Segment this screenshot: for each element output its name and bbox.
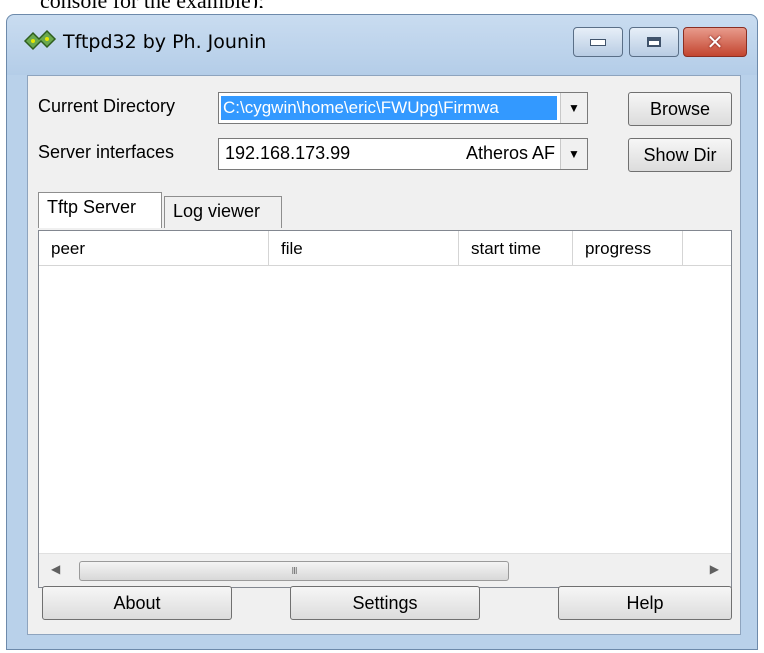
column-header-file[interactable]: file (269, 231, 459, 265)
transfer-list[interactable]: peer file start time progress ◀ III ▶ (38, 230, 732, 588)
minimize-button[interactable] (573, 27, 623, 57)
scroll-left-icon[interactable]: ◀ (51, 562, 60, 576)
show-dir-button-label: Show Dir (643, 144, 717, 165)
server-interfaces-combo[interactable]: 192.168.173.99 Atheros AF ▼ (218, 138, 588, 170)
column-header-peer[interactable]: peer (39, 231, 269, 265)
maximize-button[interactable] (629, 27, 679, 57)
about-button[interactable]: About (42, 586, 232, 620)
tab-tftp-server-label: Tftp Server (47, 197, 137, 217)
page-caption: console for the example); (40, 0, 264, 8)
chevron-down-icon[interactable]: ▼ (560, 93, 587, 123)
tab-tftp-server[interactable]: Tftp Server (38, 192, 162, 228)
tab-log-viewer-label: Log viewer (173, 201, 261, 221)
chevron-down-icon[interactable]: ▼ (560, 139, 587, 169)
scrollbar-thumb[interactable]: III (79, 561, 509, 581)
list-header: peer file start time progress (39, 231, 731, 266)
help-button-label: Help (626, 592, 664, 613)
title-bar[interactable]: Tftpd32 by Ph. Jounin ✕ (7, 15, 757, 75)
settings-button-label: Settings (352, 592, 418, 613)
scroll-right-icon[interactable]: ▶ (710, 562, 719, 576)
browse-button-label: Browse (649, 98, 711, 119)
about-button-label: About (113, 592, 161, 613)
column-header-progress[interactable]: progress (573, 231, 683, 265)
tab-log-viewer[interactable]: Log viewer (164, 196, 282, 228)
close-icon: ✕ (706, 30, 724, 54)
server-adapter-value: Atheros AF (465, 143, 555, 163)
current-directory-value: C:\cygwin\home\eric\FWUpg\Firmwa (221, 96, 557, 120)
client-area: Current Directory C:\cygwin\home\eric\FW… (27, 75, 741, 635)
server-interfaces-label: Server interfaces (38, 142, 175, 162)
horizontal-scrollbar[interactable]: ◀ III ▶ (39, 553, 731, 587)
current-directory-combo[interactable]: C:\cygwin\home\eric\FWUpg\Firmwa ▼ (218, 92, 588, 124)
column-header-start-time[interactable]: start time (459, 231, 573, 265)
browse-button[interactable]: Browse (628, 92, 732, 126)
app-window: Tftpd32 by Ph. Jounin ✕ Current Director… (6, 14, 758, 650)
server-ip-value: 192.168.173.99 (225, 143, 351, 163)
minimize-icon (590, 38, 606, 46)
close-button[interactable]: ✕ (683, 27, 747, 57)
window-title: Tftpd32 by Ph. Jounin (63, 31, 267, 53)
scrollbar-grip: III (291, 565, 297, 577)
settings-button[interactable]: Settings (290, 586, 480, 620)
current-directory-label: Current Directory (38, 96, 176, 116)
show-dir-button[interactable]: Show Dir (628, 138, 732, 172)
tftpd-app-icon (23, 29, 57, 51)
help-button[interactable]: Help (558, 586, 732, 620)
maximize-icon (647, 37, 661, 47)
